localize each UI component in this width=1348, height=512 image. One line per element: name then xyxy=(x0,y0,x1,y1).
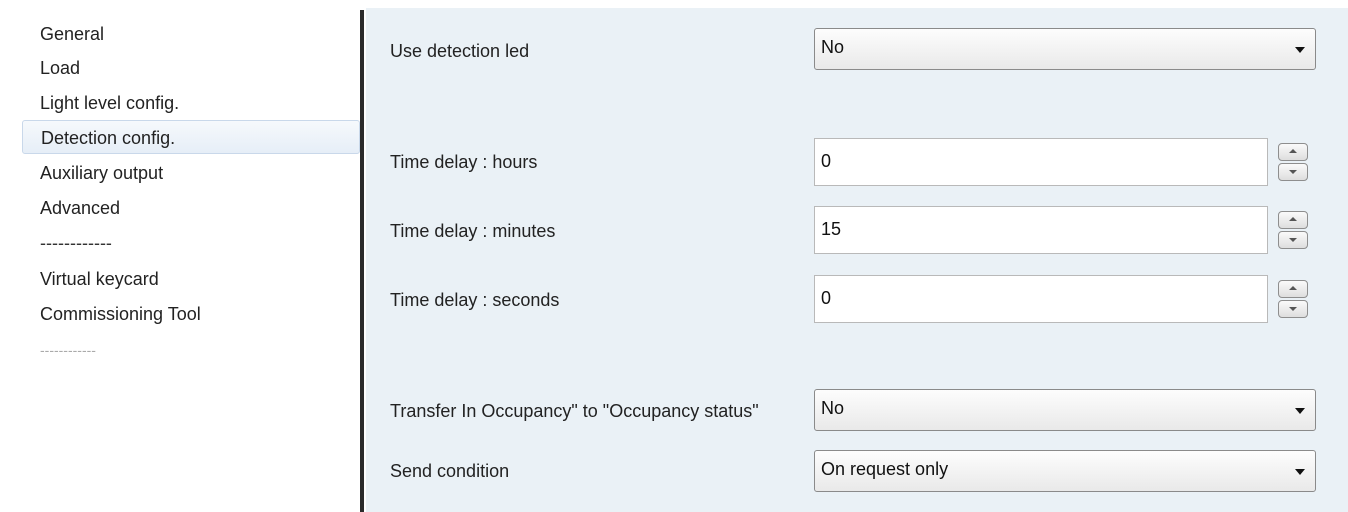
transfer-occupancy-value: No xyxy=(821,398,845,418)
arrow-up-icon xyxy=(1289,217,1297,221)
arrow-up-icon xyxy=(1289,286,1297,290)
arrow-down-icon xyxy=(1289,238,1297,242)
use-detection-led-select[interactable]: No xyxy=(814,28,1316,70)
decrement-button[interactable] xyxy=(1278,163,1308,181)
nav-separator: ------------ xyxy=(40,233,112,253)
nav-item-load[interactable]: Load xyxy=(40,56,80,80)
nav-item-auxiliary-output[interactable]: Auxiliary output xyxy=(40,161,163,185)
send-condition-label: Send condition xyxy=(390,461,510,481)
parameter-panel: Use detection led No Time delay : hours … xyxy=(366,8,1348,512)
time-delay-seconds-label: Time delay : seconds xyxy=(390,290,560,310)
time-delay-hours-label: Time delay : hours xyxy=(390,152,538,172)
chevron-down-icon xyxy=(1295,47,1305,53)
increment-button[interactable] xyxy=(1278,143,1308,161)
increment-button[interactable] xyxy=(1278,211,1308,229)
nav-item-commissioning-tool[interactable]: Commissioning Tool xyxy=(40,302,201,326)
panel-splitter[interactable] xyxy=(360,10,364,512)
decrement-button[interactable] xyxy=(1278,231,1308,249)
parameter-nav-sidebar: General Load Light level config. Detecti… xyxy=(6,6,360,512)
nav-item-virtual-keycard[interactable]: Virtual keycard xyxy=(40,267,159,291)
nav-item-light-level-config[interactable]: Light level config. xyxy=(40,91,179,115)
arrow-up-icon xyxy=(1289,149,1297,153)
time-delay-hours-input[interactable]: 0 xyxy=(814,138,1268,186)
nav-item-advanced[interactable]: Advanced xyxy=(40,196,120,220)
transfer-occupancy-select[interactable]: No xyxy=(814,389,1316,431)
time-delay-minutes-stepper xyxy=(1276,206,1310,254)
time-delay-seconds-input[interactable]: 0 xyxy=(814,275,1268,323)
arrow-down-icon xyxy=(1289,307,1297,311)
nav-item-general[interactable]: General xyxy=(40,22,104,46)
time-delay-minutes-value: 15 xyxy=(821,219,842,239)
nav-separator: ------------ xyxy=(40,342,96,358)
use-detection-led-label: Use detection led xyxy=(390,41,530,61)
increment-button[interactable] xyxy=(1278,280,1308,298)
time-delay-minutes-input[interactable]: 15 xyxy=(814,206,1268,254)
time-delay-minutes-label: Time delay : minutes xyxy=(390,221,556,241)
send-condition-select[interactable]: On request only xyxy=(814,450,1316,492)
transfer-occupancy-label: Transfer In Occupancy" to "Occupancy sta… xyxy=(390,401,759,421)
nav-item-detection-config[interactable]: Detection config. xyxy=(22,120,360,154)
arrow-down-icon xyxy=(1289,170,1297,174)
send-condition-value: On request only xyxy=(821,459,949,479)
chevron-down-icon xyxy=(1295,408,1305,414)
time-delay-hours-stepper xyxy=(1276,138,1310,186)
time-delay-seconds-stepper xyxy=(1276,275,1310,323)
use-detection-led-value: No xyxy=(821,37,845,57)
chevron-down-icon xyxy=(1295,469,1305,475)
decrement-button[interactable] xyxy=(1278,300,1308,318)
time-delay-hours-value: 0 xyxy=(821,151,832,171)
time-delay-seconds-value: 0 xyxy=(821,288,832,308)
